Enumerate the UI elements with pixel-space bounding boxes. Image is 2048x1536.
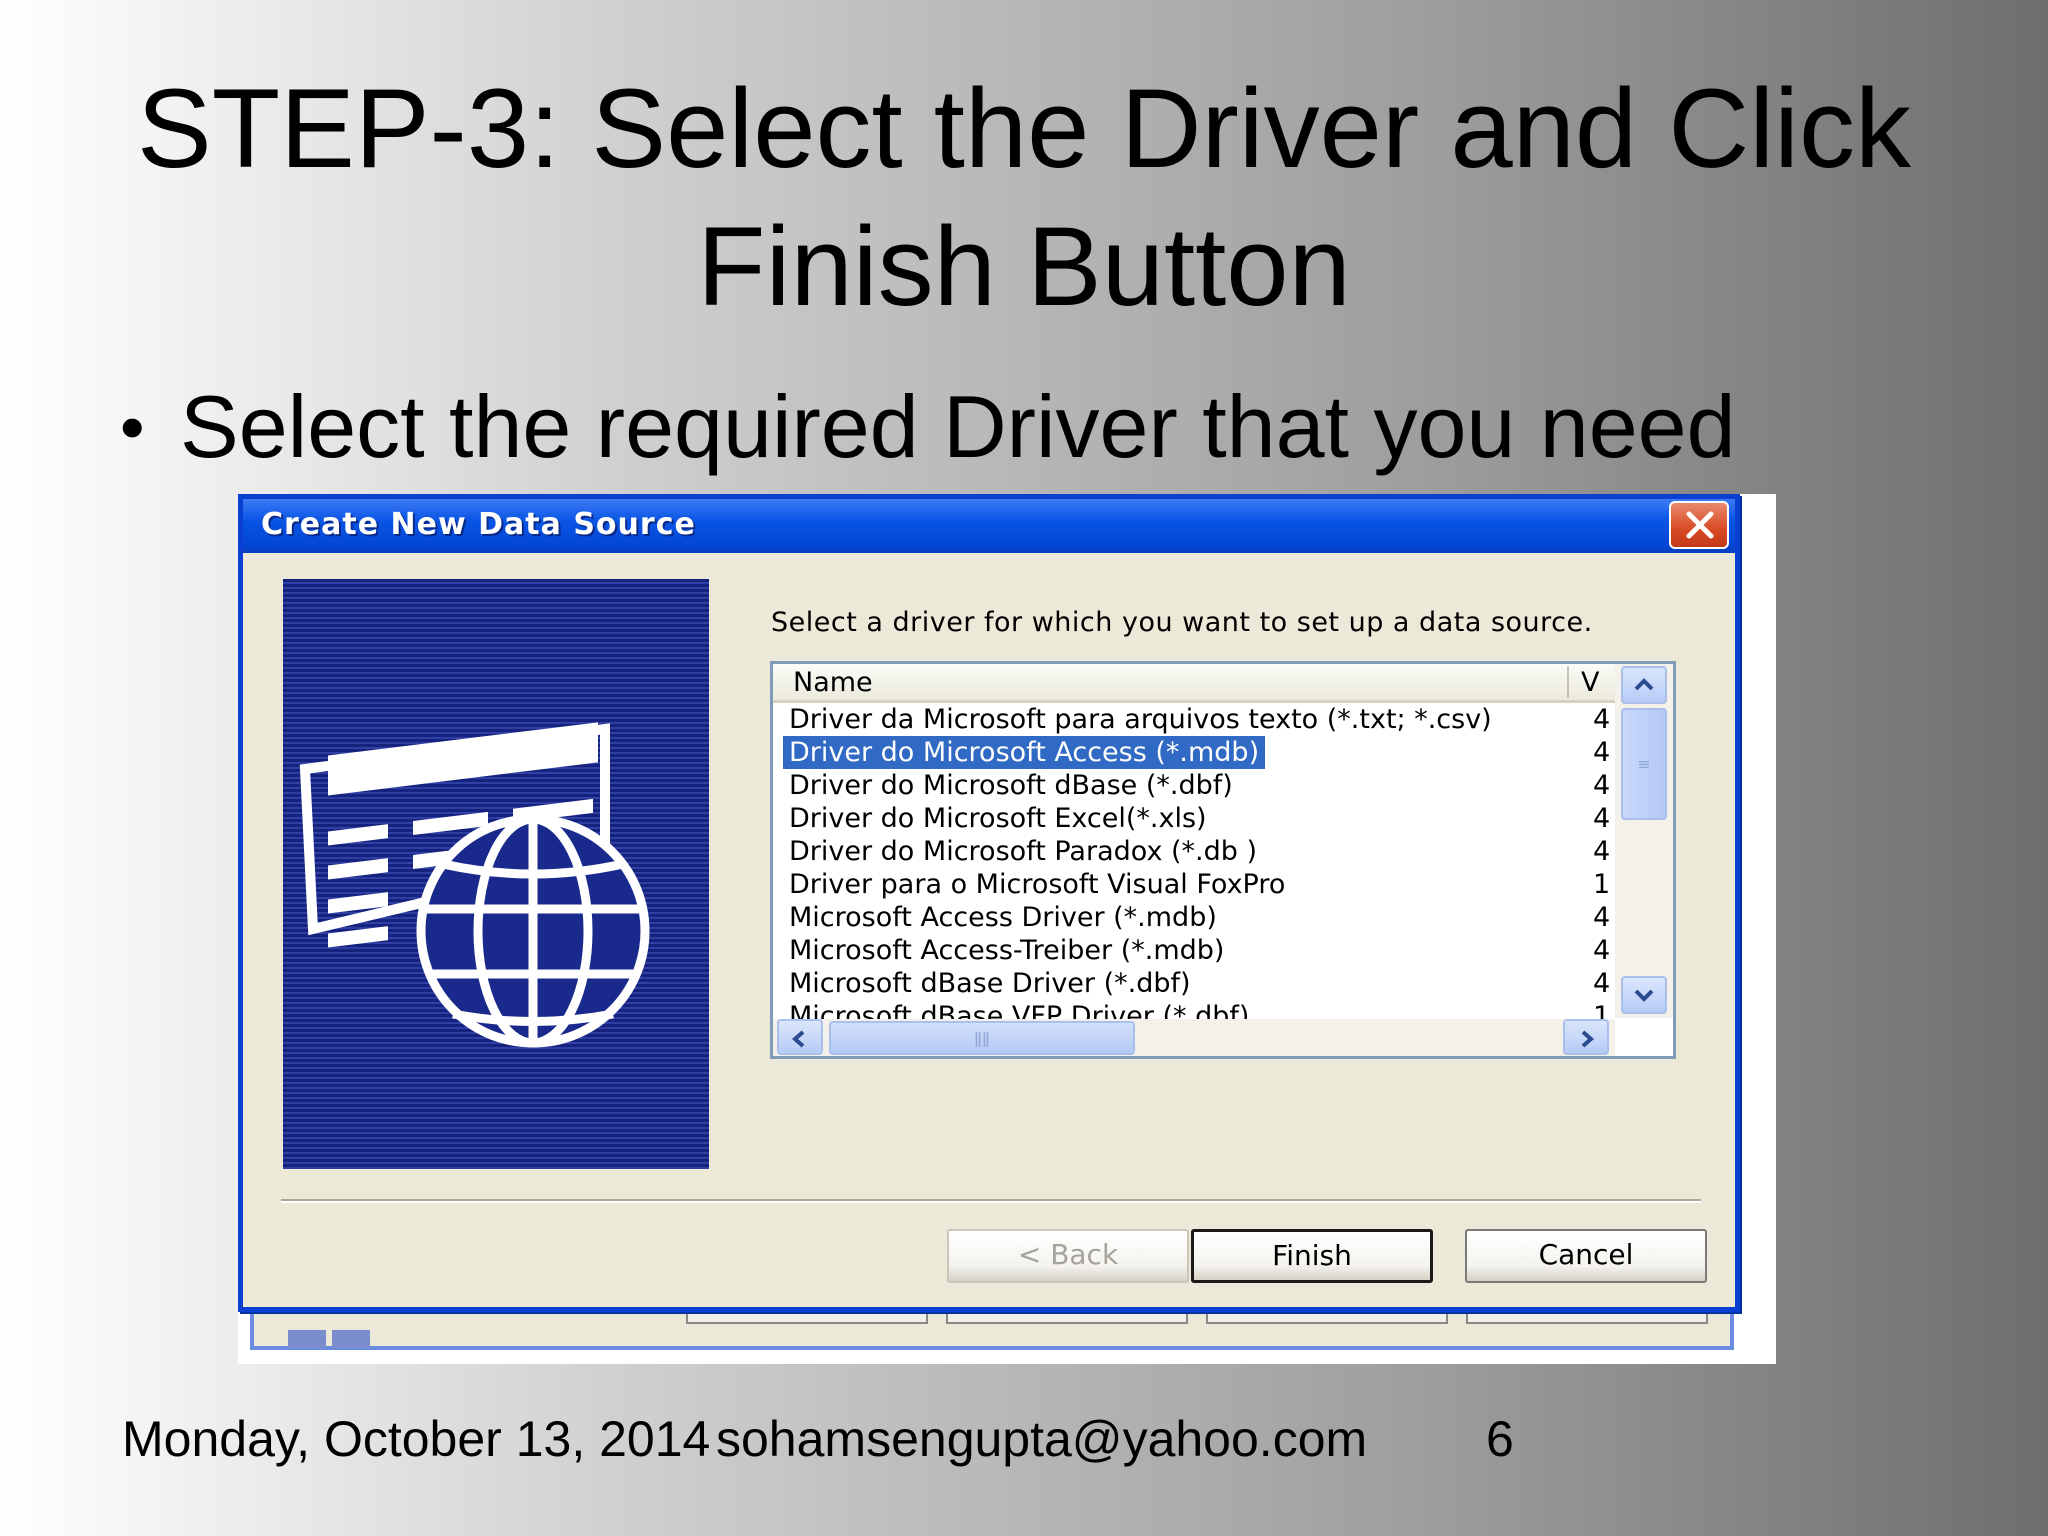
driver-name: Driver do Microsoft Excel(*.xls)	[789, 803, 1207, 834]
dialog-titlebar[interactable]: Create New Data Source	[243, 499, 1735, 553]
chevron-down-icon	[1634, 989, 1654, 1002]
scroll-left-button[interactable]	[777, 1019, 823, 1055]
driver-version: 4	[1593, 902, 1611, 933]
driver-row[interactable]: Driver do Microsoft Excel(*.xls) 4	[773, 802, 1615, 835]
horizontal-scroll-thumb[interactable]: ǁǁ	[829, 1021, 1135, 1055]
scroll-up-button[interactable]	[1621, 666, 1667, 704]
page-number: 6	[1486, 1411, 1514, 1467]
close-icon	[1686, 511, 1714, 539]
slide-title: STEP-3: Select the Driver and Click Fini…	[137, 66, 1911, 329]
background-tab	[288, 1330, 326, 1348]
driver-version: 4	[1593, 935, 1611, 966]
grip-icon: ǁǁ	[974, 1028, 990, 1048]
driver-listview[interactable]: Name V Driver da Microsoft para arquivos…	[770, 661, 1676, 1059]
list-header: Name V	[773, 664, 1615, 703]
driver-row[interactable]: Microsoft Access Driver (*.mdb) 4	[773, 901, 1615, 934]
column-divider[interactable]	[1567, 666, 1569, 698]
dialog-title: Create New Data Source	[261, 507, 696, 542]
driver-prompt: Select a driver for which you want to se…	[771, 607, 1593, 638]
bullet-marker: •	[120, 388, 145, 466]
close-button[interactable]	[1669, 501, 1729, 549]
driver-version: 4	[1593, 968, 1611, 999]
driver-name: Microsoft Access-Treiber (*.mdb)	[789, 935, 1225, 966]
vertical-scroll-thumb[interactable]: ≡	[1621, 708, 1667, 820]
driver-version: 4	[1593, 737, 1611, 768]
chevron-right-icon	[1581, 1030, 1595, 1048]
driver-name: Driver para o Microsoft Visual FoxPro	[789, 869, 1286, 900]
driver-name: Driver da Microsoft para arquivos texto …	[789, 704, 1492, 735]
driver-version: 1	[1593, 1001, 1611, 1019]
driver-row[interactable]: Driver do Microsoft Paradox (*.db ) 4	[773, 835, 1615, 868]
scroll-down-button[interactable]	[1621, 976, 1667, 1014]
driver-row[interactable]: Microsoft Access-Treiber (*.mdb) 4	[773, 934, 1615, 967]
driver-row[interactable]: Driver da Microsoft para arquivos texto …	[773, 703, 1615, 736]
driver-row[interactable]: Driver para o Microsoft Visual FoxPro 1	[773, 868, 1615, 901]
driver-version: 4	[1593, 803, 1611, 834]
create-data-source-dialog: Create New Data Source Select a driver f…	[238, 494, 1740, 1312]
driver-row[interactable]: Driver do Microsoft Access (*.mdb) 4	[773, 736, 1615, 769]
driver-name: Microsoft Access Driver (*.mdb)	[789, 902, 1217, 933]
bullet-text: Select the required Driver that you need	[180, 377, 1736, 476]
footer-email: sohamsengupta@yahoo.com	[716, 1411, 1368, 1467]
driver-version: 4	[1593, 704, 1611, 735]
driver-row[interactable]: Driver do Microsoft dBase (*.dbf) 4	[773, 769, 1615, 802]
back-button[interactable]: < Back	[947, 1229, 1189, 1283]
data-source-globe-icon	[299, 722, 650, 1048]
vertical-scrollbar[interactable]: ≡	[1615, 664, 1673, 1018]
driver-version: 4	[1593, 770, 1611, 801]
column-header-name[interactable]: Name	[793, 667, 873, 698]
driver-row[interactable]: Microsoft dBase Driver (*.dbf) 4	[773, 967, 1615, 1000]
driver-name: Driver do Microsoft dBase (*.dbf)	[789, 770, 1233, 801]
wizard-illustration	[283, 579, 709, 1169]
chevron-left-icon	[791, 1030, 805, 1048]
chevron-up-icon	[1634, 678, 1654, 691]
bullet-point: • Select the required Driver that you nee…	[120, 372, 1736, 482]
cancel-button[interactable]: Cancel	[1465, 1229, 1707, 1283]
grip-icon: ≡	[1637, 754, 1651, 774]
dialog-separator	[281, 1199, 1701, 1203]
driver-row[interactable]: Microsoft dBase VFP Driver (*.dbf) 1	[773, 1000, 1615, 1019]
driver-name: Driver do Microsoft Access (*.mdb)	[783, 736, 1266, 769]
driver-version: 4	[1593, 836, 1611, 867]
horizontal-scrollbar[interactable]: ǁǁ	[773, 1019, 1615, 1056]
footer-date: Monday, October 13, 2014	[122, 1411, 711, 1467]
driver-name: Microsoft dBase VFP Driver (*.dbf)	[789, 1001, 1250, 1019]
driver-version: 1	[1593, 869, 1611, 900]
column-header-version[interactable]: V	[1581, 667, 1599, 698]
background-tab	[332, 1330, 370, 1348]
finish-button[interactable]: Finish	[1191, 1229, 1433, 1283]
driver-name: Microsoft dBase Driver (*.dbf)	[789, 968, 1191, 999]
driver-name: Driver do Microsoft Paradox (*.db )	[789, 836, 1258, 867]
scroll-right-button[interactable]	[1563, 1019, 1609, 1055]
driver-rows: Driver da Microsoft para arquivos texto …	[773, 703, 1615, 1019]
